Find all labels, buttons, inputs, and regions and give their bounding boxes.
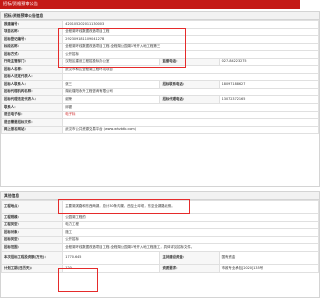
field-label: 招标人法定代表人： [0,72,64,82]
field-label: 计划工期(日历天)： [0,263,64,273]
field-label: 主持建设资金： [159,250,220,265]
field-label: 本次招标工程投资额(万元)： [0,250,64,265]
table-row: 招标人名称： 武汉市和达全程湖工程环境项目 [0,65,319,74]
table-row: 招标类型： 公开招标 [0,235,319,245]
breadcrumb: 招标/资格预审公告 [3,1,38,7]
field-value: 公开招标 [62,235,319,245]
field-label: 联系人： [0,103,64,112]
planned-duration: 120 [62,263,161,273]
field-label: 网上报名网站： [0,125,64,135]
table-row: 行政主管部门： 汉阳区建设工程招投标办公室 监督电话： 027-84223275 [0,57,320,67]
project-name: 全程湖环线数据改造项目工程 [62,27,319,37]
table-row: 工程类型： 电力工程 [0,220,319,230]
table-row: 网上报名网站： 武汉市公共资源交易平台 (www.whzbtb.com) [0,125,319,135]
table-row: 是否电子标： 电子标 [0,110,319,120]
field-value [62,118,319,127]
field-value: 027-84223275 [218,57,320,67]
field-label: 招标对象： [0,228,64,237]
announcement-info-table: 报建编号： 420105202011130003 项目名称： 全程湖环线数据改造… [0,20,320,135]
table-row: 招标对象： 施工 [0,228,319,237]
field-label: 招标联系电话： [159,80,220,89]
table-row: 招标代理法定代表人： 谢荣 招标代理电话： 13072372165 [0,95,320,104]
field-label: 招标代理电话： [159,95,220,104]
field-value: 施工 [62,228,319,237]
field-value: 张三 [62,80,161,89]
field-value: 市政专业承包[2020]135号 [218,263,320,273]
table-row: 计划工期(日历天)： 120 资质要求： 市政专业承包[2020]135号 [0,263,320,273]
section-name: 全程湖环线数据改造项目工程-全程湖公园湖1号开入地工程第三 [62,42,319,52]
table-row: 标段名称： 全程湖环线数据改造项目工程-全程湖公园湖1号开入地工程第三 [0,42,319,52]
field-label: 招标人名称： [0,65,64,74]
field-label: 标段名称： [0,42,64,52]
field-label: 是否电子标： [0,110,64,120]
table-row: 招标代理机构名称： 湖北瑾阳永升工程咨询有限公司 [0,87,319,97]
field-value [62,72,319,82]
field-value: 邱健 [62,103,319,112]
table-row: 报建编号： 420105202011130003 [0,20,319,29]
field-label: 是否需要招标文件： [0,118,64,127]
section-title: 其他信息 [1,192,319,200]
investment-amount: 1770.645 [62,250,161,265]
table-row: 招标人联系人： 张三 招标联系电话： 18097188627 [0,80,320,89]
field-label: 招标人联系人： [0,80,64,89]
field-label: 招标范围： [0,243,64,252]
table-row: 工程地点： 主要湖滨路和东西两湖，总计30条沟渠，西至土坪坝，东至全湖路北侧。 [0,200,319,214]
field-label: 招标代理法定代表人： [0,95,64,104]
field-label: 行政主管部门： [0,57,64,67]
field-label: 资质要求： [159,263,220,273]
field-value: 谢荣 [62,95,161,104]
field-value: 全程湖环线数据改造项目工程-全程湖公园湖1号开入地工程施工，具体详见招标文件。 [62,243,319,252]
field-label: 招标登记编号： [0,35,64,44]
table-row: 招标登记编号： 29230918110904127B [0,35,319,44]
project-location: 主要湖滨路和东西两湖，总计30条沟渠，西至土坪坝，东至全湖路北侧。 [62,200,319,214]
field-value: 18097188627 [218,80,320,89]
table-row: 工程规模： 公园湖工程的 [0,213,319,222]
other-info-table: 工程地点： 主要湖滨路和东西两湖，总计30条沟渠，西至土坪坝，东至全湖路北侧。 … [0,200,320,273]
table-row: 本次招标工程投资额(万元)： 1770.645 主持建设资金： 国有资金 [0,250,320,265]
breadcrumb-bar: 招标/资格预审公告 [0,0,300,9]
table-row: 招标方式： 公开招标 [0,50,319,59]
table-row: 项目名称： 全程湖环线数据改造项目工程 [0,27,319,37]
section-title: 招标/资格预审公告信息 [1,12,319,20]
field-label: 招标代理机构名称： [0,87,64,97]
announcement-info-panel: 招标/资格预审公告信息 报建编号： 420105202011130003 项目名… [0,11,320,187]
field-label: 工程类型： [0,220,64,230]
registration-number: 29230918110904127B [62,35,319,44]
field-value: 13072372165 [218,95,320,104]
table-row: 招标范围： 全程湖环线数据改造项目工程-全程湖公园湖1号开入地工程施工，具体详见… [0,243,319,252]
registration-website-link[interactable]: 武汉市公共资源交易平台 (www.whzbtb.com) [62,125,319,135]
field-value: 公园湖工程的 [62,213,319,222]
field-value: 420105202011130003 [62,20,319,29]
field-value: 公开招标 [62,50,319,59]
field-value: 湖北瑾阳永升工程咨询有限公司 [62,87,319,97]
field-label: 工程地点： [0,200,64,214]
field-label: 工程规模： [0,213,64,222]
table-row: 招标人法定代表人： [0,72,319,82]
field-label: 招标方式： [0,50,64,59]
field-value: 电力工程 [62,220,319,230]
field-label: 监督电话： [159,57,220,67]
field-value: 武汉市和达全程湖工程环境项目 [62,65,319,74]
field-label: 报建编号： [0,20,64,29]
field-value: 国有资金 [218,250,320,265]
field-value: 汉阳区建设工程招投标办公室 [62,57,161,67]
table-row: 联系人： 邱健 [0,103,319,112]
table-row: 是否需要招标文件： [0,118,319,127]
other-info-panel: 其他信息 工程地点： 主要湖滨路和东西两湖，总计30条沟渠，西至土坪坝，东至全湖… [0,191,320,298]
electronic-bid-value: 电子标 [62,110,319,120]
field-label: 项目名称： [0,27,64,37]
field-label: 招标类型： [0,235,64,245]
